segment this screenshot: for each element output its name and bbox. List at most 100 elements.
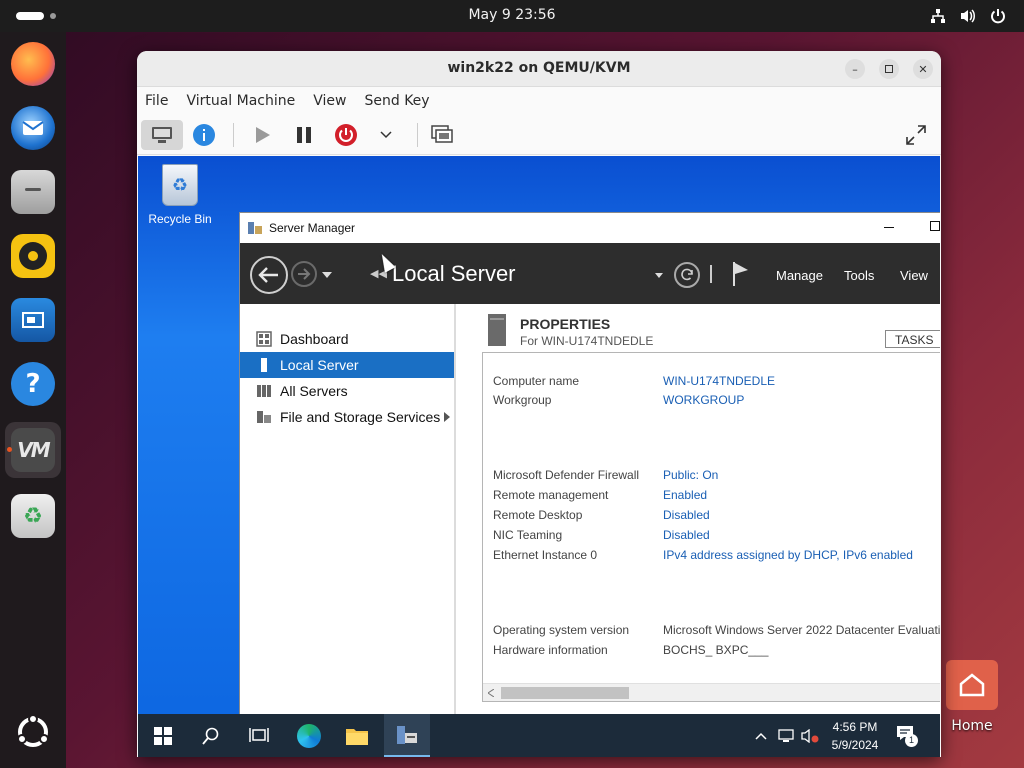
taskbar-server-manager[interactable]: [384, 714, 430, 757]
home-folder-label: Home: [951, 718, 993, 734]
dock-rhythmbox[interactable]: [5, 228, 61, 284]
pause-icon: [297, 127, 311, 143]
scroll-left-icon[interactable]: [488, 689, 494, 697]
monitor-icon: [152, 127, 172, 143]
virt-manager-icon: VM: [11, 428, 55, 472]
ubuntu-icon: [17, 714, 49, 747]
taskbar-file-explorer[interactable]: [334, 714, 380, 757]
desktop-home-folder[interactable]: Home: [930, 660, 1014, 750]
dock-thunderbird[interactable]: [5, 100, 61, 156]
menu-send-key[interactable]: Send Key: [364, 93, 429, 109]
menu-virtual-machine[interactable]: Virtual Machine: [186, 93, 295, 109]
volume-icon[interactable]: [958, 6, 978, 26]
minimize-button[interactable]: –: [845, 59, 865, 79]
close-button[interactable]: ✕: [913, 59, 933, 79]
task-view-icon: [249, 727, 269, 742]
prop-label: Ethernet Instance 0: [493, 548, 598, 562]
recycle-bin[interactable]: ♻ Recycle Bin: [144, 164, 216, 226]
nav-label: Dashboard: [280, 331, 349, 347]
back-button[interactable]: [250, 256, 288, 294]
guest-display[interactable]: ♻ Recycle Bin Server Manager ◀◀ Local Se…: [138, 156, 940, 757]
server-manager-titlebar[interactable]: Server Manager: [240, 213, 940, 243]
dashboard-icon: [256, 331, 272, 347]
view-menu[interactable]: View: [900, 268, 928, 283]
files-icon: [11, 170, 55, 214]
power-icon[interactable]: [988, 6, 1008, 26]
pause-button[interactable]: [283, 120, 325, 150]
manage-menu[interactable]: Manage: [776, 268, 823, 283]
start-button[interactable]: [140, 714, 186, 757]
menu-view[interactable]: View: [313, 93, 346, 109]
toolbar-separator: [233, 123, 234, 147]
nav-all-servers[interactable]: All Servers: [240, 378, 454, 404]
breadcrumb-dropdown-icon[interactable]: [655, 273, 663, 278]
tasks-button[interactable]: TASKS: [885, 330, 940, 348]
home-folder-icon: [946, 660, 998, 710]
fullscreen-button[interactable]: [895, 120, 937, 150]
thunderbird-icon: [11, 106, 55, 150]
recycle-bin-icon: ♻: [162, 164, 198, 206]
prop-workgroup[interactable]: WORKGROUP: [663, 393, 744, 407]
prop-label: Workgroup: [493, 393, 552, 407]
details-view-button[interactable]: [183, 120, 225, 150]
prop-firewall[interactable]: Public: On: [663, 468, 718, 482]
prop-ethernet[interactable]: IPv4 address assigned by DHCP, IPv6 enab…: [663, 548, 913, 562]
prop-nic-teaming[interactable]: Disabled: [663, 528, 710, 542]
forward-arrow-icon: [298, 268, 311, 280]
console-view-button[interactable]: [141, 120, 183, 150]
back-arrow-icon: [258, 267, 278, 283]
dock-libreoffice-impress[interactable]: [5, 292, 61, 348]
refresh-button[interactable]: [674, 262, 700, 288]
network-icon[interactable]: [778, 729, 794, 743]
history-dropdown-icon[interactable]: [322, 272, 332, 278]
minimize-icon: [884, 227, 894, 228]
task-view-button[interactable]: [236, 714, 282, 757]
nav-dashboard[interactable]: Dashboard: [240, 326, 454, 352]
chevron-up-icon[interactable]: [755, 732, 767, 740]
shutdown-menu-button[interactable]: [365, 120, 407, 150]
shutdown-button[interactable]: [325, 120, 367, 150]
sm-minimize-button[interactable]: [884, 220, 898, 234]
chevron-right-icon[interactable]: [444, 412, 450, 422]
maximize-button[interactable]: [879, 59, 899, 79]
taskbar-date: 5/9/2024: [831, 738, 879, 752]
dock-help[interactable]: ?: [5, 356, 61, 412]
dock-virt-manager[interactable]: VM: [5, 422, 61, 478]
vm-window: win2k22 on QEMU/KVM – ✕ File Virtual Mac…: [137, 51, 941, 757]
taskbar-edge[interactable]: [286, 714, 332, 757]
edge-icon: [297, 723, 321, 748]
run-button[interactable]: [241, 120, 283, 150]
dock-trash[interactable]: ♻: [5, 488, 61, 544]
scrollbar-thumb[interactable]: [501, 687, 629, 699]
tools-menu[interactable]: Tools: [844, 268, 874, 283]
snapshots-button[interactable]: [421, 120, 463, 150]
volume-muted-icon[interactable]: [801, 729, 819, 743]
system-tray[interactable]: [928, 6, 1008, 26]
dock-files[interactable]: [5, 164, 61, 220]
server-manager-window: Server Manager ◀◀ Local Server Manage To…: [239, 212, 940, 715]
search-button[interactable]: [188, 714, 234, 757]
minimize-icon: –: [852, 62, 858, 76]
forward-button[interactable]: [291, 261, 317, 287]
sm-maximize-button[interactable]: [930, 221, 940, 231]
notification-center-button[interactable]: 1: [896, 725, 918, 747]
show-apps-button[interactable]: [5, 704, 61, 760]
prop-remote-management[interactable]: Enabled: [663, 488, 707, 502]
dock-firefox[interactable]: [5, 36, 61, 92]
prop-remote-desktop[interactable]: Disabled: [663, 508, 710, 522]
all-servers-icon: [257, 385, 271, 397]
prop-label: Microsoft Defender Firewall: [493, 468, 640, 482]
windows-taskbar: 4:56 PM 5/9/2024 1: [138, 714, 940, 757]
vm-titlebar[interactable]: win2k22 on QEMU/KVM – ✕: [137, 51, 941, 87]
horizontal-scrollbar[interactable]: [483, 683, 940, 701]
clock[interactable]: May 9 23:56: [0, 7, 1024, 23]
prop-computer-name[interactable]: WIN-U174TNDEDLE: [663, 374, 775, 388]
nav-file-storage-services[interactable]: File and Storage Services: [240, 404, 454, 430]
nav-label: Local Server: [280, 357, 359, 373]
network-icon[interactable]: [928, 6, 948, 26]
taskbar-clock[interactable]: 4:56 PM 5/9/2024: [826, 718, 884, 754]
nav-local-server[interactable]: Local Server: [240, 352, 454, 378]
menu-file[interactable]: File: [145, 93, 168, 109]
prop-label: Remote Desktop: [493, 508, 583, 522]
notifications-flag-icon[interactable]: [732, 261, 750, 287]
